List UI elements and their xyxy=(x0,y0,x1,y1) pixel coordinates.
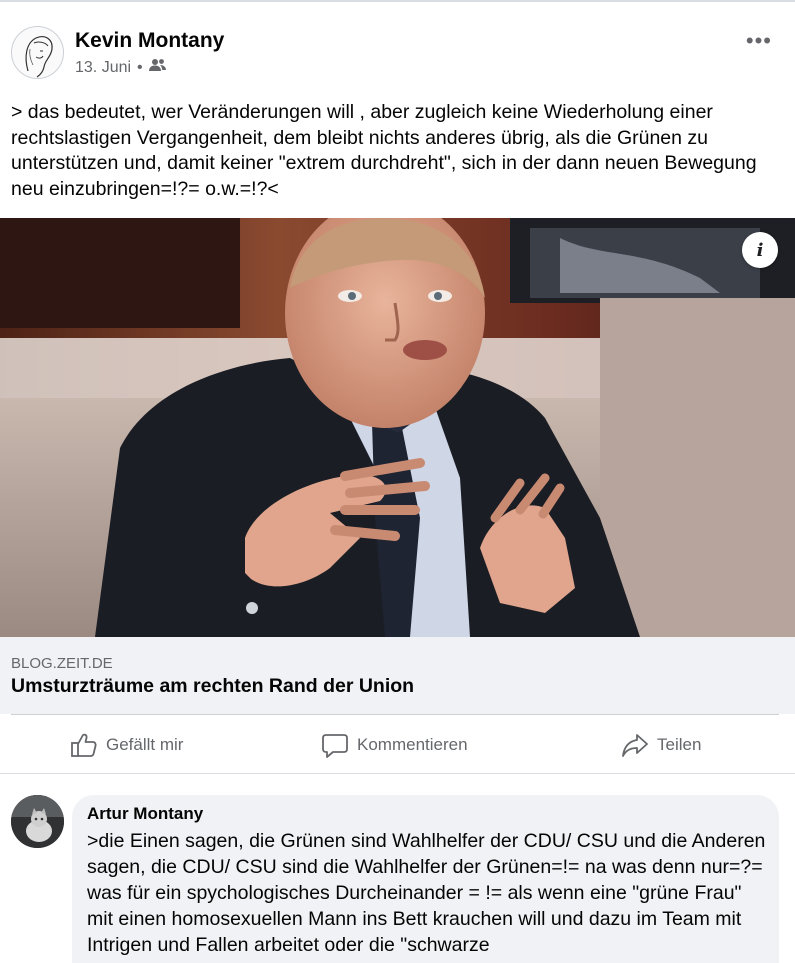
commenter-avatar[interactable] xyxy=(11,795,64,848)
top-divider xyxy=(0,0,795,2)
comments-divider xyxy=(0,773,795,774)
comment-text: >die Einen sagen, die Grünen sind Wahlhe… xyxy=(87,830,766,956)
thumbs-up-icon xyxy=(70,731,98,759)
post-author-name[interactable]: Kevin Montany xyxy=(75,29,224,53)
link-preview-caption[interactable]: BLOG.ZEIT.DE Umsturzträume am rechten Ra… xyxy=(0,637,795,714)
meta-separator: • xyxy=(137,58,143,76)
comment-bubble-icon xyxy=(321,731,349,759)
comment-author-name[interactable]: Artur Montany xyxy=(87,804,203,824)
post-header: Kevin Montany 13. Juni • ••• xyxy=(11,26,786,82)
link-domain: BLOG.ZEIT.DE xyxy=(11,655,113,672)
post-date[interactable]: 13. Juni xyxy=(75,59,131,77)
share-button[interactable]: Teilen xyxy=(621,730,701,760)
actions-divider xyxy=(11,714,779,715)
like-button[interactable]: Gefällt mir xyxy=(70,730,183,760)
post-text: > das bedeutet, wer Veränderungen will ,… xyxy=(11,101,757,200)
comment-label: Kommentieren xyxy=(357,735,468,754)
post-meta: 13. Juni • xyxy=(75,58,166,77)
like-label: Gefällt mir xyxy=(106,735,184,754)
share-arrow-icon xyxy=(621,731,649,759)
friends-icon xyxy=(148,58,166,77)
comment-bubble: Artur Montany >die Einen sagen, die Grün… xyxy=(72,795,779,963)
link-title: Umsturzträume am rechten Rand der Union xyxy=(11,675,415,697)
share-label: Teilen xyxy=(657,735,702,754)
info-icon[interactable]: i xyxy=(742,232,778,268)
more-options-icon[interactable]: ••• xyxy=(746,28,772,54)
comment-button[interactable]: Kommentieren xyxy=(321,730,468,760)
author-avatar[interactable] xyxy=(11,26,64,79)
link-preview-image[interactable] xyxy=(0,218,795,637)
